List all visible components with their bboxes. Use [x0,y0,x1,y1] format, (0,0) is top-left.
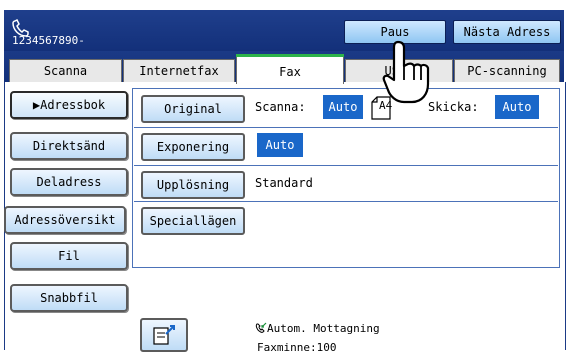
auto-receive-icon [255,322,267,333]
divider [134,127,558,128]
fax-screen: 1234567890- Paus Nästa Adress Scanna Int… [0,0,568,354]
tab-internetfax[interactable]: Internetfax [123,59,235,82]
sidebar-item-address-review[interactable]: Adressöversikt [4,206,126,234]
scan-value: Auto [323,95,363,119]
sidebar-item-file[interactable]: Fil [10,242,128,270]
special-modes-button[interactable]: Speciallägen [141,207,245,235]
next-address-button[interactable]: Nästa Adress [453,20,561,44]
divider [134,201,558,202]
original-button[interactable]: Original [141,95,245,123]
sidebar-item-sub-address[interactable]: Deladress [10,168,128,196]
exposure-button[interactable]: Exponering [141,133,245,161]
address-entry-button[interactable] [140,318,188,352]
sidebar: ▶Adressbok Direktsänd Deladress Adressöv… [4,82,128,350]
settings-box: Original Scanna: Auto A4 Skicka: Auto Ex… [132,88,560,268]
sidebar-item-direct-send[interactable]: Direktsänd [10,132,128,160]
sidebar-item-addressbook[interactable]: ▶Adressbok [10,91,128,119]
fax-memory-status: Faxminne:100 [257,341,337,354]
tab-pc-scanning[interactable]: PC-scanning [454,59,560,82]
sidebar-item-quick-file[interactable]: Snabbfil [10,284,128,312]
header-bar: 1234567890- Paus Nästa Adress [4,10,564,51]
edit-address-icon [153,325,175,345]
resolution-button[interactable]: Upplösning [141,171,245,199]
exposure-value: Auto [257,133,303,157]
resolution-value: Standard [255,176,313,190]
pointer-hand-icon [382,40,430,104]
phone-number: 1234567890- [12,34,85,47]
tab-scanna[interactable]: Scanna [9,59,122,82]
tab-bar: Scanna Internetfax Fax USB-minnesskann P… [4,51,564,84]
send-value: Auto [495,95,539,119]
scan-label: Scanna: [255,100,306,114]
auto-receive-status: Autom. Mottagning [267,322,380,335]
divider [134,165,558,166]
tab-fax[interactable]: Fax [236,54,344,84]
